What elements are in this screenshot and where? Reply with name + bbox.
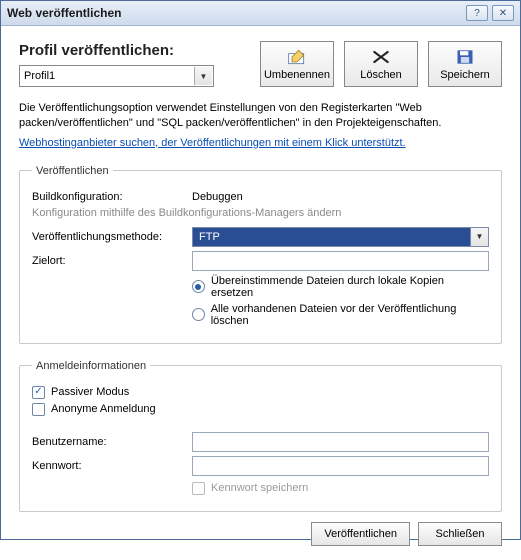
close-window-button[interactable]: ✕ xyxy=(492,5,514,21)
publish-method-label: Veröffentlichungsmethode: xyxy=(32,231,192,243)
delete-label: Löschen xyxy=(360,69,402,81)
credentials-group: Anmeldeinformationen ✓ Passiver Modus An… xyxy=(19,360,502,512)
close-button[interactable]: Schließen xyxy=(418,522,502,546)
titlebar: Web veröffentlichen ? ✕ xyxy=(1,1,520,26)
build-config-note: Konfiguration mithilfe des Buildkonfigur… xyxy=(32,207,489,219)
publish-group: Veröffentlichen Buildkonfiguration: Debu… xyxy=(19,165,502,344)
passive-mode-checkbox[interactable]: ✓ xyxy=(32,386,45,399)
build-config-value: Debuggen xyxy=(192,191,243,203)
target-input[interactable] xyxy=(192,251,489,271)
save-password-label: Kennwort speichern xyxy=(211,482,308,494)
description-text: Die Veröffentlichungsoption verwendet Ei… xyxy=(19,101,502,131)
profile-select[interactable]: Profil1 ▼ xyxy=(19,65,214,87)
publish-method-select[interactable]: FTP ▼ xyxy=(192,227,489,247)
publish-web-dialog: Web veröffentlichen ? ✕ Profil veröffent… xyxy=(0,0,521,540)
radio-delete[interactable] xyxy=(192,308,205,321)
publish-button[interactable]: Veröffentlichen xyxy=(311,522,410,546)
anonymous-label: Anonyme Anmeldung xyxy=(51,403,156,415)
anonymous-checkbox[interactable] xyxy=(32,403,45,416)
save-password-checkbox xyxy=(192,482,205,495)
hosting-link[interactable]: Webhostinganbieter suchen, der Veröffent… xyxy=(19,137,502,149)
radio-replace-label: Übereinstimmende Dateien durch lokale Ko… xyxy=(211,275,489,299)
rename-icon xyxy=(287,48,307,66)
help-button[interactable]: ? xyxy=(466,5,488,21)
delete-icon xyxy=(371,48,391,66)
credentials-legend: Anmeldeinformationen xyxy=(32,360,150,372)
delete-button[interactable]: Löschen xyxy=(344,41,418,87)
publish-method-value: FTP xyxy=(199,231,220,243)
username-input[interactable] xyxy=(192,432,489,452)
profile-selected-text: Profil1 xyxy=(24,70,55,82)
window-title: Web veröffentlichen xyxy=(7,6,462,20)
build-config-label: Buildkonfiguration: xyxy=(32,191,192,203)
content-area: Profil veröffentlichen: Profil1 ▼ Umbene… xyxy=(1,26,520,560)
radio-replace[interactable] xyxy=(192,280,205,293)
username-label: Benutzername: xyxy=(32,436,192,448)
rename-button[interactable]: Umbenennen xyxy=(260,41,334,87)
password-input[interactable] xyxy=(192,456,489,476)
passive-mode-label: Passiver Modus xyxy=(51,386,129,398)
save-icon xyxy=(455,48,475,66)
save-button[interactable]: Speichern xyxy=(428,41,502,87)
chevron-down-icon: ▼ xyxy=(194,67,212,85)
target-label: Zielort: xyxy=(32,255,192,267)
publish-legend: Veröffentlichen xyxy=(32,165,113,177)
profile-heading: Profil veröffentlichen: xyxy=(19,42,219,59)
radio-delete-label: Alle vorhandenen Dateien vor der Veröffe… xyxy=(211,303,489,327)
save-label: Speichern xyxy=(440,69,490,81)
password-label: Kennwort: xyxy=(32,460,192,472)
chevron-down-icon: ▼ xyxy=(470,228,488,246)
rename-label: Umbenennen xyxy=(264,69,330,81)
